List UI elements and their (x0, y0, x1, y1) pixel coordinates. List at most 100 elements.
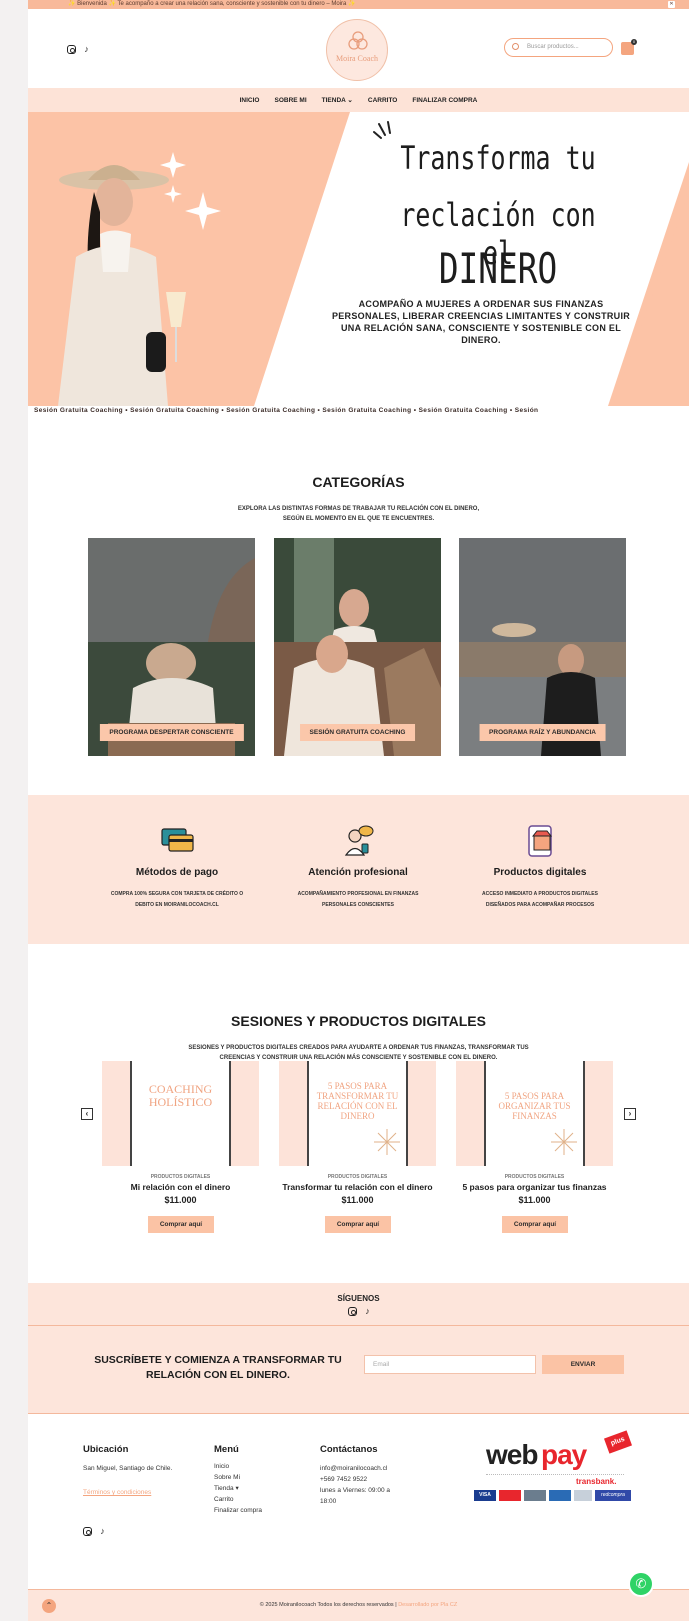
support-agent-icon (344, 825, 374, 856)
email-field[interactable]: Email (364, 1355, 536, 1374)
product-price-3: $11.000 (518, 1195, 551, 1205)
announcement-text: ✨ Bienvenida ✨ Te acompaño a crear una r… (68, 1, 356, 7)
tiktok-icon[interactable]: ♪ (363, 1307, 372, 1316)
footer-menu-carrito[interactable]: Carrito (214, 1494, 262, 1505)
contact-email[interactable]: info@moiranilocoach.cl (320, 1463, 390, 1474)
footer-location-text: San Miguel, Santiago de Chile. (83, 1465, 173, 1472)
footer-social-links: ♪ (83, 1527, 107, 1536)
terms-link[interactable]: Términos y condiciones (83, 1487, 151, 1498)
redcompra-logo: redcompra (595, 1490, 631, 1501)
feature-digital-title: Productos digitales (493, 867, 587, 878)
footer-menu-inicio[interactable]: Inicio (214, 1461, 262, 1472)
header-social-links: ♪ (67, 45, 91, 54)
category-card-raiz[interactable]: PROGRAMA RAÍZ Y ABUNDANCIA (459, 538, 626, 756)
product-cover-1 (130, 1061, 231, 1166)
carousel-next-button[interactable]: › (624, 1108, 636, 1120)
nav-finalizar-compra[interactable]: FINALIZAR COMPRA (412, 97, 477, 104)
search-icon (512, 43, 519, 50)
copyright-text: © 2025 Moiranilocoach Todos los derechos… (259, 1602, 397, 1608)
webpay-divider (486, 1474, 624, 1475)
nav-inicio[interactable]: INICIO (240, 97, 260, 104)
product-image-2[interactable]: 5 PASOS PARA TRANSFORMAR TU RELACIÓN CON… (279, 1061, 436, 1166)
developer-credit[interactable]: Desarrollado por Pla CZ (398, 1602, 457, 1608)
product-name-2[interactable]: Transformar tu relación con el dinero (264, 1182, 451, 1192)
product-image-3[interactable]: 5 PASOS PARA ORGANIZAR TUS FINANZAS (456, 1061, 613, 1166)
product-category-2: PRODUCTOS DIGITALES (327, 1174, 388, 1180)
page: ✨ Bienvenida ✨ Te acompaño a crear una r… (28, 0, 689, 1621)
instagram-icon[interactable] (83, 1527, 92, 1536)
hero-title-line-1: Transforma tu (400, 139, 596, 177)
search-placeholder: Buscar productos... (527, 44, 579, 50)
nav-tienda[interactable]: TIENDA ⌄ (322, 96, 353, 104)
nav-sobre-mi[interactable]: SOBRE MI (275, 97, 307, 104)
whatsapp-button[interactable]: ✆ (628, 1571, 654, 1597)
instagram-icon[interactable] (67, 45, 76, 54)
product-price-2: $11.000 (341, 1195, 374, 1205)
logo[interactable]: Moira Coach (326, 19, 388, 81)
digital-store-icon (528, 825, 553, 857)
webpay-text-pay: pay (541, 1439, 587, 1470)
header: ♪ Moira Coach Buscar productos... 0 (28, 9, 689, 88)
footer-menu: Inicio Sobre Mi Tienda ▾ Carrito Finaliz… (214, 1461, 262, 1516)
contact-phone[interactable]: +569 7452 9522 (320, 1474, 390, 1485)
buy-button-2[interactable]: Comprar aquí (325, 1216, 391, 1233)
follow-social-links: ♪ (348, 1307, 372, 1316)
webpay-logo: web pay plus transbank. (486, 1430, 633, 1514)
card-logos: VISA redcompra (474, 1490, 631, 1501)
footer-menu-finalizar[interactable]: Finalizar compra (214, 1505, 262, 1516)
feature-digital-text-2: DISEÑADOS PARA ACOMPAÑAR PROCESOS (485, 902, 595, 908)
cart-count: 0 (631, 39, 637, 45)
close-icon[interactable]: ✕ (668, 1, 675, 8)
product-category-1: PRODUCTOS DIGITALES (150, 1174, 211, 1180)
hero-banner: Transforma tu reclación con el DINERO AC… (28, 112, 689, 406)
nav-carrito[interactable]: CARRITO (368, 97, 398, 104)
footer-contact-title: Contáctanos (320, 1444, 378, 1455)
footer-location-title: Ubicación (83, 1444, 129, 1455)
footer-menu-sobre-mi[interactable]: Sobre Mi (214, 1472, 262, 1483)
magna-logo (524, 1490, 546, 1501)
product-name-1[interactable]: Mi relación con el dinero (87, 1182, 274, 1192)
contact-hours-2: 18:00 (320, 1498, 337, 1505)
products-title: SESIONES Y PRODUCTOS DIGITALES (231, 1013, 486, 1029)
category-card-sesion[interactable]: SESIÓN GRATUITA COACHING (274, 538, 441, 756)
mastercard-logo (499, 1490, 521, 1501)
category-button-despertar[interactable]: PROGRAMA DESPERTAR CONSCIENTE (99, 724, 244, 741)
carousel-prev-button[interactable]: ‹ (81, 1108, 93, 1120)
cart-button[interactable]: 0 (621, 39, 637, 55)
tiktok-icon[interactable]: ♪ (98, 1527, 107, 1536)
follow-section: SÍGUENOS ♪ (28, 1283, 689, 1326)
feature-support-text-2: PERSONALES CONSCIENTES (322, 902, 394, 908)
contact-hours-1: lunes a Viernes: 09:00 a (320, 1487, 390, 1494)
product-image-1[interactable]: COACHING HOLÍSTICO (102, 1061, 259, 1166)
tiktok-icon[interactable]: ♪ (82, 45, 91, 54)
hero-title-line-3: DINERO (438, 244, 558, 293)
product-name-3[interactable]: 5 pasos para organizar tus finanzas (441, 1182, 628, 1192)
feature-digital-text: ACCESO INMEDIATO A PRODUCTOS DIGITALES D… (440, 889, 640, 911)
search-input[interactable]: Buscar productos... (504, 38, 613, 57)
marquee-banner[interactable]: Sesión Gratuita Coaching • Sesión Gratui… (28, 406, 689, 416)
buy-button-3[interactable]: Comprar aquí (502, 1216, 568, 1233)
send-button[interactable]: ENVIAR (542, 1355, 624, 1374)
feature-support-text: ACOMPAÑAMIENTO PROFESIONAL EN FINANZAS P… (258, 889, 458, 911)
sunburst-icon (551, 1129, 577, 1155)
footer-menu-tienda[interactable]: Tienda ▾ (214, 1483, 262, 1494)
product-price-1: $11.000 (164, 1195, 197, 1205)
newsletter-title: SUSCRÍBETE Y COMIENZA A TRANSFORMAR TU R… (88, 1353, 348, 1383)
announcement-bar: ✨ Bienvenida ✨ Te acompaño a crear una r… (28, 0, 689, 9)
category-button-sesion[interactable]: SESIÓN GRATUITA COACHING (299, 724, 416, 741)
follow-title: SÍGUENOS (337, 1294, 380, 1303)
buy-button-1[interactable]: Comprar aquí (148, 1216, 214, 1233)
main-nav: INICIO SOBRE MI TIENDA ⌄ CARRITO FINALIZ… (28, 88, 689, 112)
product-category-3: PRODUCTOS DIGITALES (504, 1174, 565, 1180)
feature-payment-text-2: DEBITO EN MOIRANILOCOACH.CL (135, 902, 219, 908)
product-cover-text-2: 5 PASOS PARA TRANSFORMAR TU RELACIÓN CON… (316, 1081, 399, 1121)
diners-logo (574, 1490, 592, 1501)
category-card-despertar[interactable]: PROGRAMA DESPERTAR CONSCIENTE (88, 538, 255, 756)
instagram-icon[interactable] (348, 1307, 357, 1316)
visa-logo: VISA (474, 1490, 496, 1501)
category-button-raiz[interactable]: PROGRAMA RAÍZ Y ABUNDANCIA (479, 724, 606, 741)
feature-digital-text-1: ACCESO INMEDIATO A PRODUCTOS DIGITALES (482, 891, 598, 897)
newsletter-section: SUSCRÍBETE Y COMIENZA A TRANSFORMAR TU R… (28, 1326, 689, 1414)
features-section: Métodos de pago COMPRA 100% SEGURA CON T… (28, 795, 689, 944)
webpay-text-web: web (486, 1439, 538, 1470)
